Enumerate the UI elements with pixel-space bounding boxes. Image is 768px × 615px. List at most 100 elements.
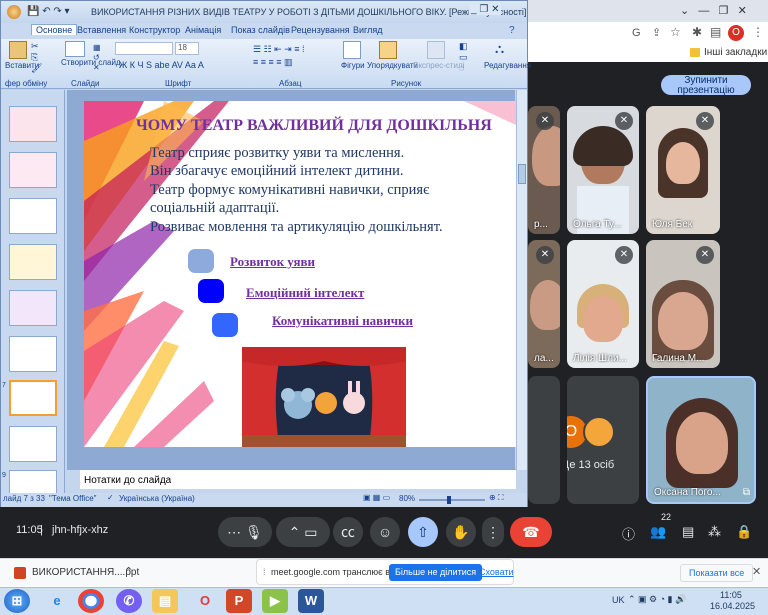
zoom-slider[interactable]	[419, 499, 485, 501]
clipboard-small-icons[interactable]: ✂ ⎘ 🖌	[31, 41, 42, 74]
slide-thumb[interactable]	[9, 198, 57, 234]
font-name-box[interactable]	[115, 42, 173, 55]
slide-thumb[interactable]	[9, 152, 57, 188]
tab-insert[interactable]: Вставлення	[77, 25, 126, 35]
zoom-slider-handle[interactable]	[447, 496, 451, 504]
participant-tile[interactable]	[528, 376, 560, 504]
slide-text-line[interactable]: Театр сприяє розвитку уяви та мислення.	[150, 145, 404, 162]
editing-label[interactable]: Редагування	[484, 61, 531, 70]
zoom-level[interactable]: 80%	[399, 494, 415, 503]
bullet-communication[interactable]: Комунікативні навички	[272, 313, 413, 329]
office-button-icon[interactable]	[7, 5, 21, 19]
participant-tile[interactable]: ✕ Лілія Шли...	[567, 240, 639, 368]
tab-slideshow[interactable]: Показ слайдів	[231, 25, 290, 35]
more-audio-icon[interactable]: ⋯	[227, 524, 241, 540]
slide-text-line[interactable]: Театр формує комунікативні навички, спри…	[150, 182, 429, 199]
mic-control[interactable]: ⋯ 🎙	[218, 517, 272, 547]
chrome-icon[interactable]	[78, 589, 104, 613]
quick-access-toolbar[interactable]: 💾 ↶ ↷ ▾	[27, 6, 70, 17]
slide-thumb[interactable]	[9, 426, 57, 462]
word-icon[interactable]: W	[298, 589, 324, 613]
paragraph-buttons[interactable]: ☰ ☷ ⇤ ⇥ ≡ ⁞ ≡ ≡ ≡ ≡ ▥	[253, 43, 304, 69]
slide-text-line[interactable]: Він збагачує емоційний інтелект дитини.	[150, 163, 404, 180]
info-icon[interactable]: ⓘ	[622, 524, 635, 543]
participant-tile[interactable]: ✕ р...	[528, 106, 560, 234]
participant-tile[interactable]: ✕ Юля Бек	[646, 106, 720, 234]
slide-thumb[interactable]	[9, 470, 57, 493]
slide-thumb[interactable]	[9, 106, 57, 142]
host-controls-icon[interactable]: 🔒	[736, 524, 752, 540]
shapes-icon[interactable]	[343, 41, 361, 59]
view-buttons[interactable]: ▣ ▦ ▭	[363, 493, 390, 502]
spellcheck-icon[interactable]: ✓	[107, 493, 114, 502]
viber-icon[interactable]: ✆	[116, 589, 142, 613]
bookmark-star-icon[interactable]: ☆	[670, 25, 681, 39]
slide-text-line[interactable]: соціальній адаптації.	[150, 200, 279, 217]
profile-avatar[interactable]: O	[728, 25, 744, 41]
quick-styles-label[interactable]: Експрес-стилі	[413, 61, 464, 70]
tab-review[interactable]: Рецензування	[291, 25, 350, 35]
leave-call-button[interactable]: ☎	[510, 517, 552, 547]
tab-view[interactable]: Вигляд	[353, 25, 383, 35]
reactions-button[interactable]: ☺	[370, 517, 400, 547]
pip-icon[interactable]: ⧉	[743, 487, 750, 498]
stop-sharing-button[interactable]: Більше не ділитися	[389, 564, 483, 581]
help-icon[interactable]: ?	[509, 25, 515, 36]
share-icon[interactable]: ⇪	[652, 26, 661, 39]
paste-icon[interactable]	[9, 41, 27, 59]
raise-hand-button[interactable]: ✋	[446, 517, 476, 547]
tray-icons[interactable]: ⌃ ▣ ⚙ ◔ ▮ 🔊	[628, 594, 686, 605]
tab-home[interactable]: Основне	[31, 24, 78, 35]
camera-icon[interactable]: ▭	[304, 524, 317, 540]
present-button[interactable]: ⇧	[408, 517, 438, 547]
slide-text-line[interactable]: Розвиває мовлення та артикуляцію дошкіль…	[150, 219, 443, 236]
theater-image[interactable]	[242, 347, 406, 447]
slide-thumb[interactable]	[9, 336, 57, 372]
scroll-thumb[interactable]	[518, 164, 526, 184]
slide-thumb-current[interactable]	[9, 380, 57, 416]
other-bookmarks[interactable]: Інші закладки	[704, 47, 767, 58]
fill-outline-icons[interactable]: ◧ ▭ ◌	[459, 41, 468, 74]
extensions-icon[interactable]: ✱	[692, 25, 702, 39]
notes-pane[interactable]: Нотатки до слайда	[80, 469, 516, 489]
captions-button[interactable]: ㏄	[333, 517, 363, 547]
start-button-icon[interactable]: ⊞	[4, 589, 30, 613]
activities-icon[interactable]: ⁂	[708, 524, 721, 540]
new-slide-label[interactable]: Створити слайд	[61, 59, 121, 67]
more-menu-icon[interactable]: ⋮	[752, 25, 764, 39]
others-tile[interactable]: O Ще 13 осіб	[567, 376, 639, 504]
bullet-square[interactable]	[212, 313, 238, 337]
arrange-icon[interactable]	[379, 41, 397, 59]
bullet-imagination[interactable]: Розвиток уяви	[230, 254, 315, 270]
stop-presenting-button[interactable]: Зупинити презентацію	[661, 75, 751, 96]
fit-window-icon[interactable]: ⊕ ⛶	[489, 493, 504, 503]
chevron-up-icon[interactable]: ⌃	[124, 565, 133, 578]
arrange-label[interactable]: Упорядкувати	[367, 61, 418, 70]
window-controls[interactable]: ⌄ — ❐ ✕	[680, 4, 747, 17]
people-icon[interactable]: 👥	[650, 524, 666, 540]
close-download-bar-icon[interactable]: ✕	[752, 565, 761, 578]
ppt-window-controls[interactable]: _ ❐ ✕	[469, 4, 502, 15]
font-format-buttons[interactable]: Ж К Ч S abe AV Aa A	[119, 60, 204, 70]
find-icon[interactable]: ⛬	[495, 41, 504, 57]
bullet-square[interactable]	[198, 279, 224, 303]
media-icon[interactable]: ▶	[262, 589, 288, 613]
hide-button[interactable]: Сховати	[479, 567, 514, 577]
address-bar-area[interactable]: G ⇪ ☆ ✱ ▤ O ⋮	[528, 22, 768, 46]
file-explorer-icon[interactable]: ▤	[152, 589, 178, 613]
language[interactable]: Українська (Україна)	[119, 494, 195, 503]
font-size-box[interactable]: 18	[175, 42, 199, 55]
quick-styles-icon[interactable]	[427, 41, 445, 59]
opera-icon[interactable]: O	[192, 589, 218, 613]
translate-icon[interactable]: G	[632, 27, 641, 39]
show-all-button[interactable]: Показати все	[680, 564, 754, 582]
camera-control[interactable]: ⌃ ▭	[276, 517, 330, 547]
slide-thumb[interactable]	[9, 244, 57, 280]
participant-tile[interactable]: ✕ Галина М...	[646, 240, 720, 368]
participant-tile-active[interactable]: Оксана Пого... ⧉	[646, 376, 756, 504]
slide-layout-icons[interactable]: ▦ ↺ ✕	[93, 43, 101, 73]
chat-icon[interactable]: ▤	[682, 524, 694, 540]
tab-design[interactable]: Конструктор	[129, 25, 180, 35]
sidebar-icon[interactable]: ▤	[710, 25, 721, 39]
language-indicator[interactable]: UK	[612, 595, 625, 605]
